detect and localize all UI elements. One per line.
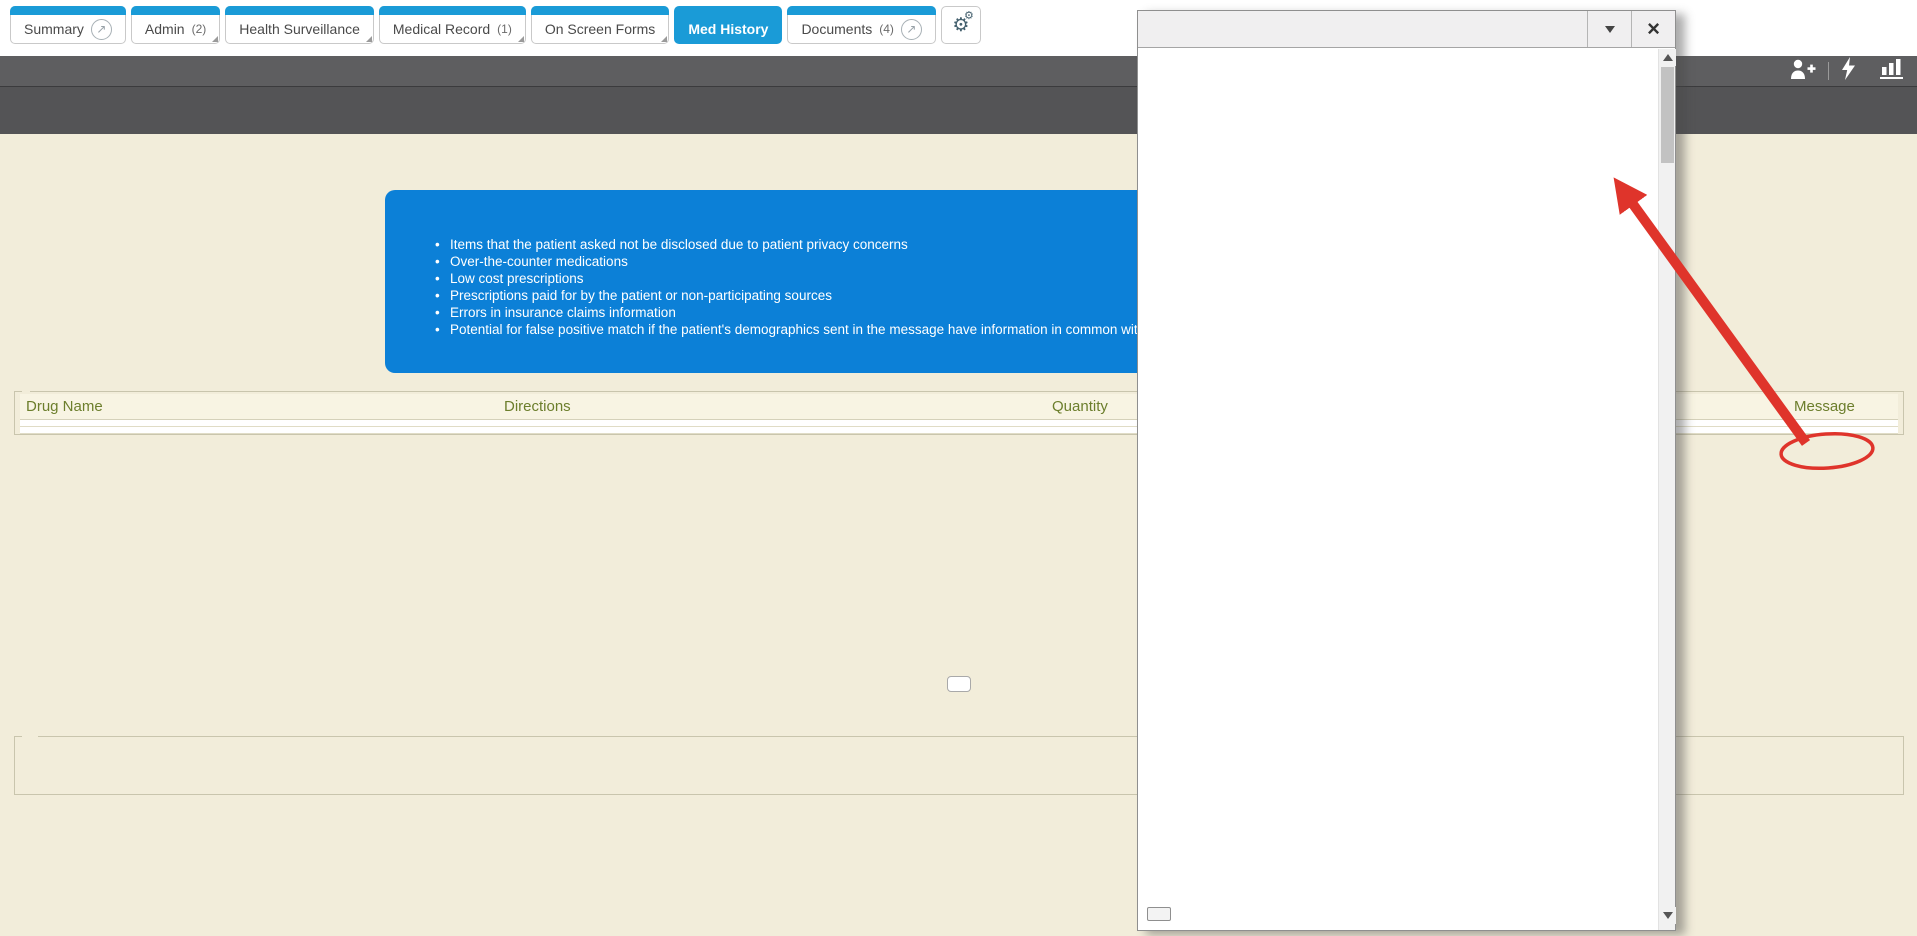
medication-from-message-modal: × (1137, 10, 1676, 931)
modal-body (1138, 49, 1675, 930)
scrollbar-thumb[interactable] (1661, 67, 1674, 163)
tab-health-surveillance[interactable]: Health Surveillance (225, 6, 374, 44)
notice-bullet: Low cost prescriptions (435, 270, 1235, 287)
modal-title (1138, 11, 1587, 47)
notice-bullet: Errors in insurance claims information (435, 304, 1235, 321)
tab-label: Med History (688, 21, 768, 37)
external-link-icon[interactable]: ↗ (901, 19, 922, 40)
modal-collapse-button[interactable] (1587, 11, 1631, 47)
tab-admin[interactable]: Admin (2) (131, 6, 220, 44)
notice-bullet-list: Items that the patient asked not be disc… (435, 236, 1235, 338)
close-icon: × (1647, 18, 1660, 40)
tab-notch-icon (212, 36, 218, 42)
scroll-down-icon[interactable] (1659, 907, 1676, 924)
header-tools-divider (1828, 62, 1829, 80)
tab-count: (1) (497, 22, 512, 36)
tab-documents[interactable]: Documents (4) ↗ (787, 6, 935, 44)
tab-label: Documents (801, 21, 872, 37)
tab-count: (4) (879, 22, 894, 36)
gear-icon: ⚙ (964, 11, 974, 22)
notice-bullet: Items that the patient asked not be disc… (435, 236, 1235, 253)
settings-gear-button[interactable]: ⚙⚙ (941, 6, 981, 44)
scroll-up-icon[interactable] (1659, 49, 1676, 66)
bar-chart-icon[interactable] (1880, 58, 1903, 84)
annotation-circle (1780, 431, 1874, 471)
modal-scrollbar[interactable] (1658, 49, 1675, 930)
import-medical-history-button[interactable] (947, 676, 971, 692)
tab-label: Health Surveillance (239, 21, 360, 37)
column-header-message: Message (1788, 394, 1898, 420)
column-header-x (1676, 394, 1788, 420)
modal-header: × (1138, 11, 1675, 48)
notice-bullet: Prescriptions paid for by the patient or… (435, 287, 1235, 304)
past-medication-history-legend (22, 726, 38, 746)
tab-notch-icon (518, 36, 524, 42)
lightning-bolt-icon[interactable] (1841, 57, 1856, 85)
column-header-drug-name: Drug Name (20, 394, 498, 420)
tab-notch-icon (366, 36, 372, 42)
tab-notch-icon (661, 36, 667, 42)
external-link-icon[interactable]: ↗ (91, 19, 112, 40)
page: { "colors": { "accent_blue": "#1a9bd7", … (0, 0, 1917, 936)
tab-label: Admin (145, 21, 185, 37)
person-add-icon[interactable] (1789, 58, 1816, 85)
tab-summary[interactable]: Summary ↗ (10, 6, 126, 44)
tab-on-screen-forms[interactable]: On Screen Forms (531, 6, 669, 44)
tab-label: Summary (24, 21, 84, 37)
tab-label: On Screen Forms (545, 21, 655, 37)
notice-bullet: Over-the-counter medications (435, 253, 1235, 270)
chevron-down-icon (1605, 26, 1615, 33)
view-raw-button[interactable] (1147, 907, 1171, 921)
tab-med-history[interactable]: Med History (674, 6, 782, 44)
header-right-tools (1789, 58, 1903, 84)
tab-count: (2) (192, 22, 207, 36)
modal-close-button[interactable]: × (1631, 11, 1675, 47)
column-header-directions: Directions (498, 394, 1046, 420)
tab-label: Medical Record (393, 21, 490, 37)
tab-medical-record[interactable]: Medical Record (1) (379, 6, 526, 44)
tabs-row: Summary ↗ Admin (2) Health Surveillance Medic… (10, 6, 981, 44)
notice-bullet: Potential for false positive match if th… (435, 321, 1235, 338)
